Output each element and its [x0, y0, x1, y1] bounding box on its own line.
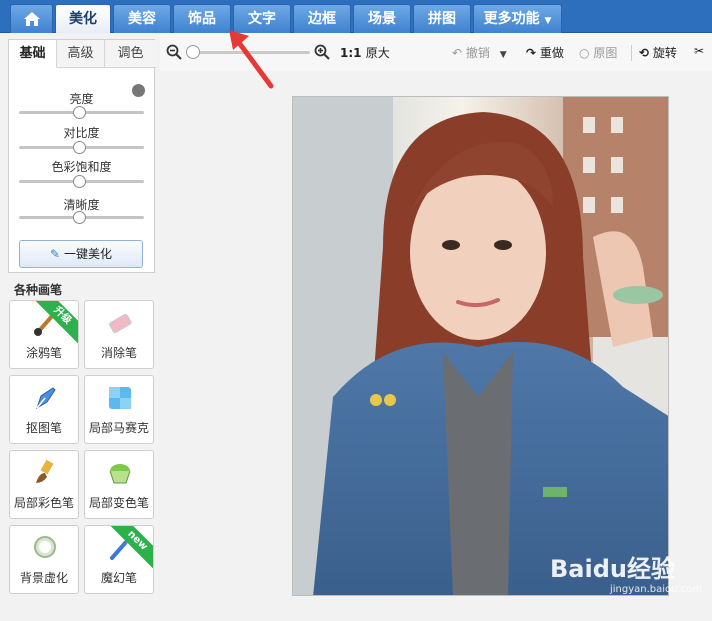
subtab-basic[interactable]: 基础 [9, 40, 57, 68]
pen-tool-icon [36, 387, 56, 410]
rotate-icon: ⟲ [639, 46, 650, 60]
paint-bucket-icon [109, 464, 131, 484]
annotation-arrow [229, 30, 274, 89]
original-size-label: 原大 [365, 46, 390, 60]
recolor-brush-button[interactable]: 局部变色笔 [84, 450, 154, 519]
magic-brush-label: 魔幻笔 [100, 571, 137, 585]
tab-collage[interactable]: 拼图 [413, 4, 471, 33]
color-brush-label: 局部彩色笔 [13, 496, 74, 510]
original-label: 原图 [593, 46, 618, 60]
recolor-brush-label: 局部变色笔 [88, 496, 149, 510]
tab-beautify[interactable]: 美化 [55, 4, 111, 33]
background-blur-label: 背景虚化 [19, 571, 68, 585]
brightness-handle[interactable] [73, 106, 86, 119]
color-brush-button[interactable]: 局部彩色笔 [9, 450, 79, 519]
cutout-brush-label: 抠图笔 [25, 421, 62, 435]
toolbar-divider [631, 45, 632, 61]
cutout-brush-button[interactable]: 抠图笔 [9, 375, 79, 444]
blur-magnifier-icon [34, 536, 56, 558]
magic-brush-icon: ✎ [50, 247, 61, 261]
one-click-label: 一键美化 [63, 247, 112, 261]
top-nav: 美化 美容 饰品 文字 边框 场景 拼图 更多功能 ▼ [0, 0, 712, 33]
tab-more-label: 更多功能 [483, 11, 540, 27]
zoom-slider-handle[interactable] [186, 45, 200, 59]
contrast-label: 对比度 [63, 126, 100, 140]
redo-label: 重做 [539, 46, 564, 60]
watermark-url: jingyan.baidu.com [610, 584, 703, 595]
undo-button[interactable]: ↶ 撤销 ▼ [452, 44, 507, 61]
undo-icon: ↶ [452, 46, 463, 60]
watermark: Baidu经验 jingyan.baidu.com [550, 549, 702, 595]
subtab-advanced[interactable]: 高级 [57, 40, 105, 68]
magic-brush-button[interactable]: ★ new 魔幻笔 [84, 525, 154, 594]
tab-frame[interactable]: 边框 [293, 4, 351, 33]
tab-more[interactable]: 更多功能 ▼ [473, 4, 562, 33]
saturation-label: 色彩饱和度 [51, 160, 112, 174]
brush-color-icon [36, 459, 54, 483]
tab-accessories[interactable]: 饰品 [173, 4, 231, 33]
redo-icon: ↷ [526, 46, 537, 60]
brightness-label: 亮度 [69, 92, 94, 106]
tab-scene[interactable]: 场景 [353, 4, 411, 33]
brushes-title: 各种画笔 [14, 283, 63, 297]
canvas-area: Baidu经验 jingyan.baidu.com [160, 71, 712, 621]
doodle-brush-button[interactable]: 升级 涂鸦笔 [9, 300, 79, 369]
one-click-beautify-button[interactable]: ✎ 一键美化 [19, 240, 143, 268]
saturation-handle[interactable] [73, 175, 86, 188]
home-tab[interactable] [10, 4, 53, 33]
crop-scissors-icon[interactable]: ✂ [694, 44, 704, 58]
contrast-handle[interactable] [73, 141, 86, 154]
actual-size-button[interactable]: 1:1 原大 [340, 44, 390, 61]
circle-icon: ○ [579, 46, 590, 60]
subtab-color[interactable]: 调色 [105, 40, 156, 68]
tab-face[interactable]: 美容 [113, 4, 171, 33]
background-blur-button[interactable]: 背景虚化 [9, 525, 79, 594]
watermark-brand: Baidu经验 [550, 555, 675, 583]
zoom-in-icon[interactable] [314, 44, 330, 60]
home-icon [23, 12, 40, 26]
tab-text[interactable]: 文字 [233, 4, 291, 33]
eraser-brush-button[interactable]: 消除笔 [84, 300, 154, 369]
chevron-down-icon: ▼ [544, 16, 552, 26]
zoom-out-icon[interactable] [166, 44, 182, 60]
redo-button[interactable]: ↷ 重做 [526, 44, 564, 61]
mosaic-icon [109, 387, 131, 409]
eraser-icon [109, 313, 132, 333]
doodle-brush-label: 涂鸦笔 [25, 346, 62, 360]
zoom-ratio-label: 1:1 [340, 46, 362, 60]
rotate-label: 旋转 [652, 46, 677, 60]
undo-label: 撤销 [465, 46, 490, 60]
mosaic-brush-label: 局部马赛克 [88, 421, 149, 435]
photo-canvas[interactable] [292, 96, 669, 596]
original-button[interactable]: ○ 原图 [579, 44, 617, 61]
rotate-button[interactable]: ⟲ 旋转 [639, 44, 677, 61]
sharpness-handle[interactable] [73, 211, 86, 224]
left-panel: 基础 高级 调色 亮度 对比度 色彩饱和度 清晰度 ✎ 一键美化 各种画笔 升级… [0, 33, 160, 621]
mosaic-brush-button[interactable]: 局部马赛克 [84, 375, 154, 444]
adjust-panel: 基础 高级 调色 亮度 对比度 色彩饱和度 清晰度 ✎ 一键美化 [8, 39, 156, 273]
portrait-photo [293, 97, 668, 595]
undo-dropdown-icon[interactable]: ▼ [500, 50, 507, 60]
eraser-brush-label: 消除笔 [100, 346, 137, 360]
